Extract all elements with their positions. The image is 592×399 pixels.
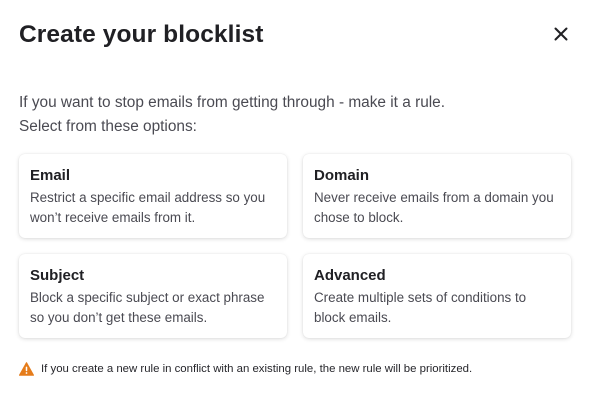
close-button[interactable] — [548, 21, 574, 47]
option-description: Never receive emails from a domain you c… — [314, 190, 554, 225]
dialog-title: Create your blocklist — [19, 21, 264, 48]
warning-icon — [19, 362, 34, 376]
option-title: Email — [30, 167, 71, 184]
option-description: Block a specific subject or exact phrase… — [30, 290, 265, 325]
option-description: Create multiple sets of conditions to bl… — [314, 290, 527, 325]
option-title: Subject — [30, 267, 85, 284]
option-card-email[interactable]: Email Restrict a specific email address … — [19, 154, 287, 238]
intro-text: If you want to stop emails from getting … — [19, 91, 559, 139]
intro-line-1: If you want to stop emails from getting … — [19, 94, 446, 111]
option-card-advanced[interactable]: Advanced Create multiple sets of conditi… — [303, 254, 571, 338]
blocklist-dialog: Create your blocklist If you want to sto… — [0, 0, 592, 399]
option-title: Domain — [314, 167, 370, 184]
close-icon — [554, 27, 568, 41]
intro-line-2: Select from these options: — [19, 118, 197, 135]
warning-notice: If you create a new rule in conflict wit… — [19, 361, 472, 377]
option-description: Restrict a specific email address so you… — [30, 190, 266, 225]
option-card-domain[interactable]: Domain Never receive emails from a domai… — [303, 154, 571, 238]
warning-text: If you create a new rule in conflict wit… — [41, 363, 473, 375]
option-card-subject[interactable]: Subject Block a specific subject or exac… — [19, 254, 287, 338]
option-title: Advanced — [314, 267, 386, 284]
